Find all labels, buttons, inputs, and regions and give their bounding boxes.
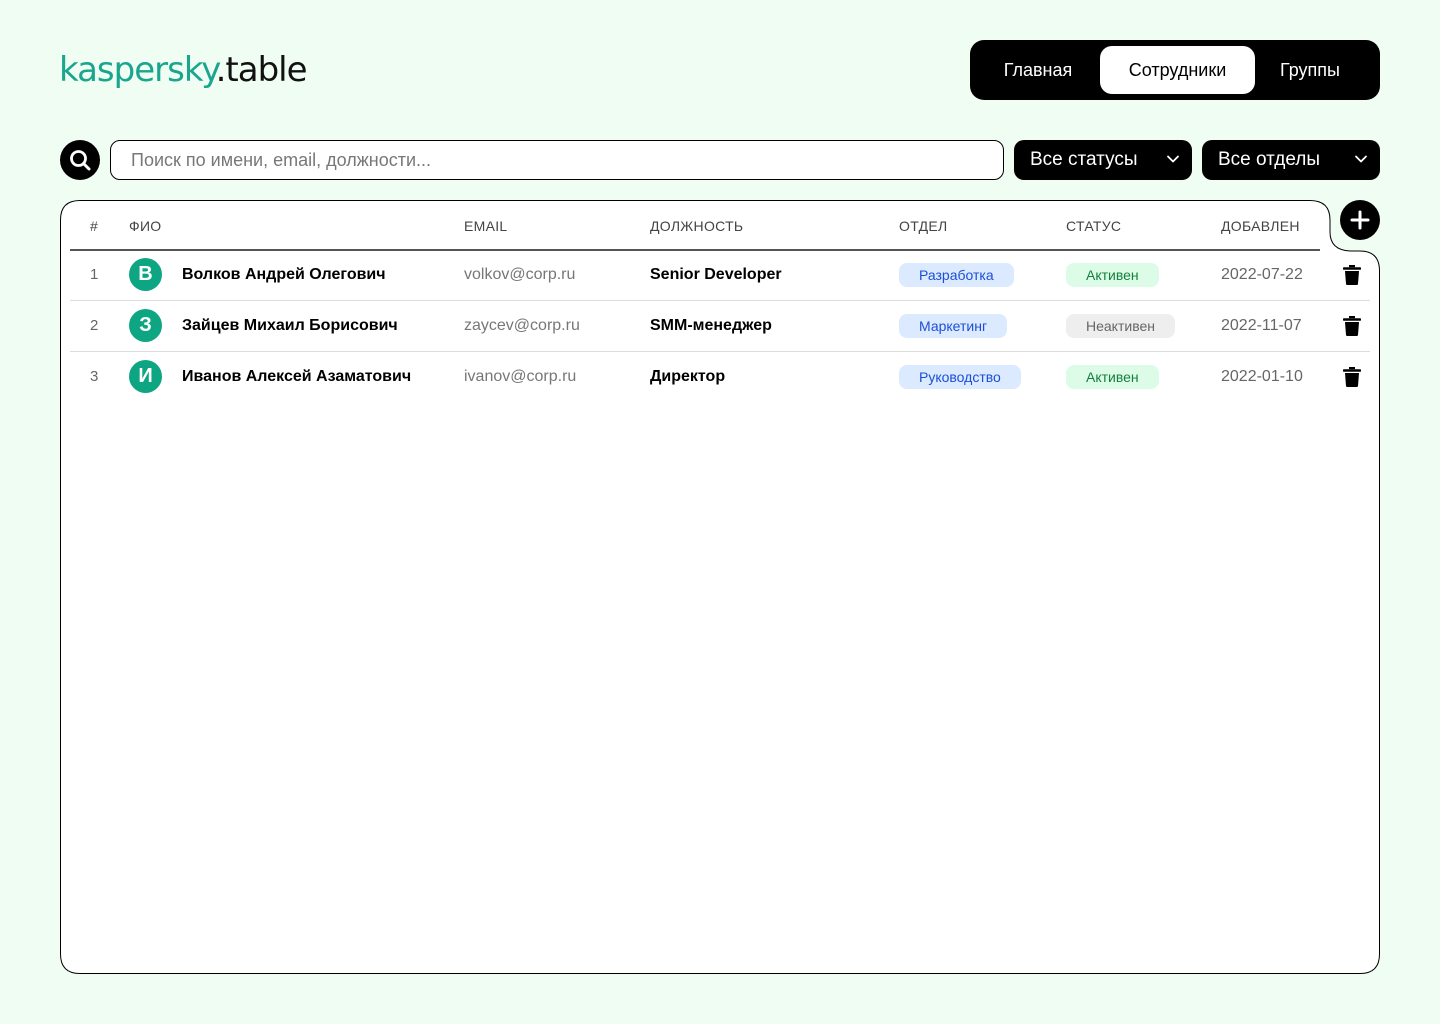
employee-position: SMM-менеджер bbox=[650, 317, 772, 334]
column-header-number: # bbox=[90, 218, 99, 234]
added-date: 2022-11-07 bbox=[1221, 317, 1302, 334]
avatar: В bbox=[129, 258, 162, 291]
department-filter-label: Все отделы bbox=[1218, 149, 1321, 170]
chevron-down-icon bbox=[1167, 155, 1179, 163]
table-row[interactable]: 1 В Волков Андрей Олегович volkov@corp.r… bbox=[70, 250, 1370, 301]
employee-email: zaycev@corp.ru bbox=[464, 317, 580, 334]
employee-position: Senior Developer bbox=[650, 266, 782, 283]
table-row[interactable]: 3 И Иванов Алексей Азаматович ivanov@cor… bbox=[70, 352, 1370, 403]
department-filter-dropdown[interactable]: Все отделы bbox=[1202, 140, 1380, 180]
employee-name: Зайцев Михаил Борисович bbox=[182, 317, 398, 334]
added-date: 2022-01-10 bbox=[1221, 368, 1303, 385]
status-filter-dropdown[interactable]: Все статусы bbox=[1014, 140, 1192, 180]
employee-name: Иванов Алексей Азаматович bbox=[182, 368, 412, 385]
status-badge: Неактивен bbox=[1066, 314, 1175, 338]
column-header-position[interactable]: ДОЛЖНОСТЬ bbox=[650, 218, 743, 234]
trash-icon[interactable] bbox=[1343, 316, 1361, 336]
status-badge: Активен bbox=[1066, 365, 1159, 389]
avatar: З bbox=[129, 309, 162, 342]
trash-icon[interactable] bbox=[1343, 265, 1361, 285]
column-header-added[interactable]: ДОБАВЛЕН bbox=[1221, 218, 1300, 234]
employee-email: volkov@corp.ru bbox=[464, 266, 576, 283]
employee-position: Директор bbox=[650, 368, 726, 385]
main-nav: Главная Сотрудники Группы bbox=[970, 40, 1380, 100]
logo-brand: kaspersky bbox=[59, 50, 217, 90]
chevron-down-icon bbox=[1355, 155, 1367, 163]
search-icon bbox=[70, 150, 91, 171]
search-input[interactable] bbox=[110, 140, 1004, 180]
table-row[interactable]: 2 З Зайцев Михаил Борисович zaycev@corp.… bbox=[70, 301, 1370, 352]
tab-home[interactable]: Главная bbox=[976, 46, 1100, 94]
tab-employees[interactable]: Сотрудники bbox=[1100, 46, 1255, 94]
row-number: 1 bbox=[90, 266, 99, 283]
row-number: 3 bbox=[90, 368, 99, 385]
employee-email: ivanov@corp.ru bbox=[464, 368, 577, 385]
department-badge: Разработка bbox=[899, 263, 1014, 287]
trash-icon[interactable] bbox=[1343, 367, 1361, 387]
row-number: 2 bbox=[90, 317, 99, 334]
logo-suffix: .table bbox=[215, 50, 308, 90]
column-header-name[interactable]: ФИО bbox=[129, 218, 162, 234]
column-header-department[interactable]: ОТДЕЛ bbox=[899, 218, 947, 234]
plus-icon bbox=[1350, 210, 1370, 230]
app-logo: kaspersky.table bbox=[59, 50, 308, 90]
department-badge: Маркетинг bbox=[899, 314, 1008, 338]
avatar: И bbox=[129, 360, 162, 393]
added-date: 2022-07-22 bbox=[1221, 266, 1303, 283]
department-badge: Руководство bbox=[899, 365, 1021, 389]
status-badge: Активен bbox=[1066, 263, 1159, 287]
add-employee-button[interactable] bbox=[1340, 200, 1380, 240]
column-header-email[interactable]: EMAIL bbox=[464, 218, 508, 234]
employee-name: Волков Андрей Олегович bbox=[182, 266, 386, 283]
status-filter-label: Все статусы bbox=[1030, 149, 1138, 170]
column-header-status[interactable]: СТАТУС bbox=[1066, 218, 1121, 234]
tab-groups[interactable]: Группы bbox=[1255, 46, 1365, 94]
search-button[interactable] bbox=[60, 140, 100, 180]
